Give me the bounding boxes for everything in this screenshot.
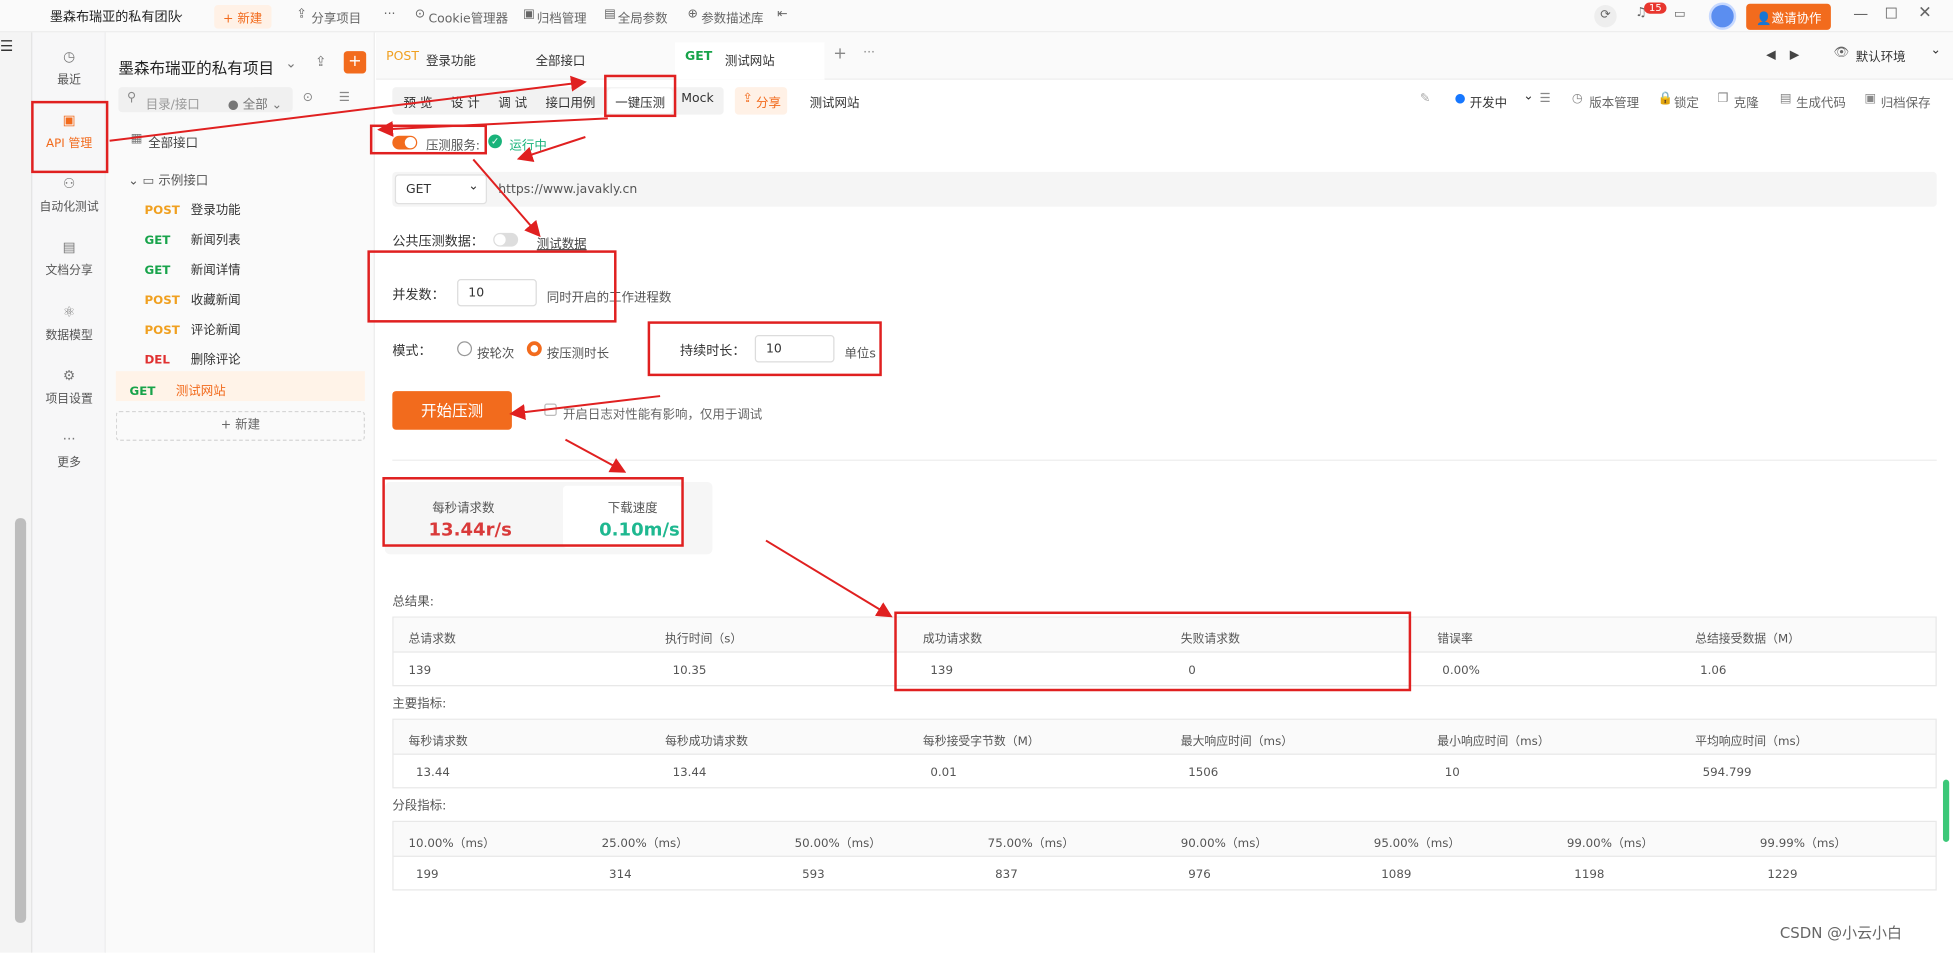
arrow: [516, 136, 586, 163]
arrow: [564, 438, 627, 473]
arrow: [765, 539, 893, 618]
arrow: [109, 75, 587, 142]
arrow: [472, 158, 541, 238]
arrow: [509, 395, 661, 421]
app-window: 墨森布瑞亚的私有团队 ⌄ + 新建 ⇪ 分享项目 ··· ⊙ Cookie管理器…: [0, 0, 1953, 953]
annotation-arrows: [109, 75, 893, 618]
arrow: [377, 117, 608, 137]
